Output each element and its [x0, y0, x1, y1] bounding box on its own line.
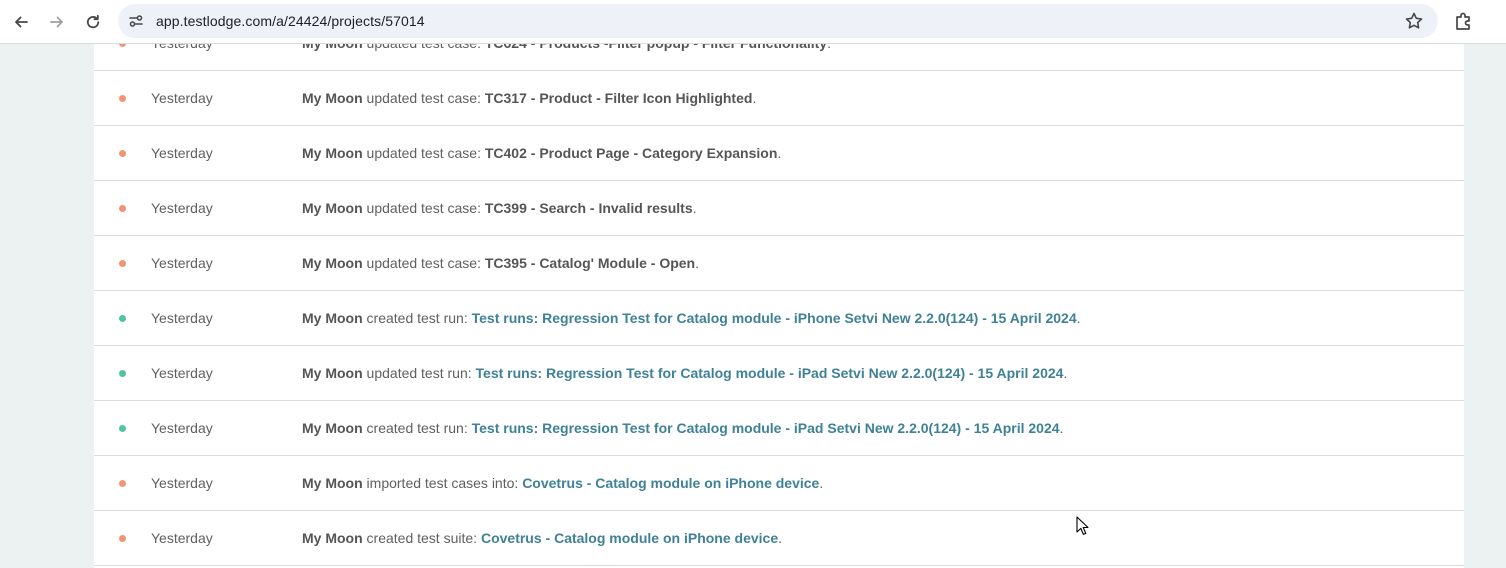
activity-time: Yesterday [151, 255, 213, 271]
activity-user: My Moon [302, 200, 363, 216]
activity-period: . [752, 90, 757, 106]
activity-target: TC402 - Product Page - Category Expansio… [484, 145, 778, 161]
activity-action: updated test run: [362, 365, 476, 381]
activity-user: My Moon [302, 530, 363, 546]
activity-row: Yesterday My Moon imported test cases int… [94, 456, 1464, 511]
forward-arrow-icon[interactable] [43, 8, 71, 36]
activity-user: My Moon [302, 310, 363, 326]
activity-target: TC317 - Product - Filter Icon Highlighte… [484, 90, 753, 106]
reload-icon[interactable] [79, 8, 107, 36]
activity-action: created test suite: [362, 530, 481, 546]
activity-action: created test run: [362, 420, 472, 436]
activity-user: My Moon [302, 365, 363, 381]
activity-user: My Moon [302, 90, 363, 106]
activity-list: Yesterday My Moon updated test case: TC62… [94, 44, 1464, 568]
activity-period: . [1063, 365, 1068, 381]
test-case-status-dot [119, 260, 126, 267]
activity-action: created test run: [362, 310, 472, 326]
activity-user: My Moon [302, 145, 363, 161]
activity-user: My Moon [302, 44, 363, 51]
activity-action: updated test case: [362, 255, 485, 271]
site-info-icon[interactable] [126, 11, 146, 31]
activity-description: My Moon updated test case: TC317 - Produ… [302, 71, 756, 126]
activity-row: Yesterday My Moon created test suite: Cov… [94, 511, 1464, 566]
activity-time: Yesterday [151, 44, 213, 71]
activity-row: Yesterday My Moon updated test case: TC40… [94, 126, 1464, 181]
activity-user: My Moon [302, 420, 363, 436]
test-case-status-dot [119, 535, 126, 542]
activity-user: My Moon [302, 475, 363, 491]
activity-time: Yesterday [151, 530, 213, 546]
activity-time: Yesterday [151, 365, 213, 381]
activity-period: . [1059, 420, 1064, 436]
address-bar[interactable]: app.testlodge.com/a/24424/projects/57014 [118, 4, 1438, 38]
activity-target-link[interactable]: Test runs: Regression Test for Catalog m… [472, 420, 1060, 436]
activity-target: TC624 - Products -Filter popup - Filter … [485, 44, 827, 51]
activity-period: . [778, 530, 783, 546]
test-case-status-dot [119, 95, 126, 102]
activity-period: . [777, 145, 782, 161]
activity-description: My Moon updated test case: TC402 - Produ… [302, 126, 781, 181]
activity-time: Yesterday [151, 475, 213, 491]
activity-action: imported test cases into: [362, 475, 523, 491]
extensions-puzzle-icon[interactable] [1452, 10, 1476, 34]
activity-row: Yesterday My Moon updated test run: Test … [94, 346, 1464, 401]
activity-period: . [695, 255, 699, 271]
activity-time: Yesterday [151, 145, 213, 161]
test-run-status-dot [119, 315, 126, 322]
activity-time: Yesterday [151, 420, 213, 436]
activity-time: Yesterday [151, 310, 213, 326]
mouse-cursor-icon [1076, 516, 1089, 535]
activity-action: updated test case: [362, 90, 485, 106]
test-run-status-dot [119, 370, 126, 377]
activity-row: Yesterday My Moon created test run: Test … [94, 401, 1464, 456]
activity-description: My Moon updated test case: TC399 - Searc… [302, 181, 697, 236]
test-case-status-dot [119, 480, 126, 487]
activity-user: My Moon [302, 255, 363, 271]
activity-row: Yesterday My Moon updated test case: TC31… [94, 71, 1464, 126]
activity-row: Yesterday My Moon created test run: Test … [94, 291, 1464, 346]
activity-action: updated test case: [362, 145, 485, 161]
activity-time: Yesterday [151, 90, 213, 106]
test-run-status-dot [119, 425, 126, 432]
activity-target-link[interactable]: Covetrus - Catalog module on iPhone devi… [481, 530, 778, 546]
activity-description: My Moon created test run: Test runs: Reg… [302, 401, 1063, 456]
activity-row: Yesterday My Moon updated test case: TC62… [94, 44, 1464, 71]
activity-period: . [692, 200, 697, 216]
bookmark-star-icon[interactable] [1404, 11, 1424, 31]
activity-period: . [819, 475, 824, 491]
url-text[interactable]: app.testlodge.com/a/24424/projects/57014 [156, 4, 425, 38]
activity-description: My Moon updated test case: TC624 - Produ… [302, 44, 831, 71]
activity-action: updated test case: [363, 44, 485, 51]
test-case-status-dot [119, 150, 126, 157]
activity-row: Yesterday My Moon updated test case: TC39… [94, 236, 1464, 291]
activity-description: My Moon imported test cases into: Covetr… [302, 456, 823, 511]
activity-period: . [1076, 310, 1081, 326]
activity-description: My Moon created test run: Test runs: Reg… [302, 291, 1081, 346]
test-case-status-dot [119, 44, 126, 47]
activity-description: My Moon updated test case: TC395 - Catal… [302, 236, 699, 291]
browser-toolbar: app.testlodge.com/a/24424/projects/57014 [0, 0, 1506, 44]
activity-target: TC399 - Search - Invalid results [484, 200, 693, 216]
activity-row: Yesterday My Moon updated test case: TC39… [94, 181, 1464, 236]
activity-period: . [827, 44, 831, 51]
back-arrow-icon[interactable] [7, 8, 35, 36]
activity-time: Yesterday [151, 200, 213, 216]
activity-target-link[interactable]: Covetrus - Catalog module on iPhone devi… [522, 475, 819, 491]
activity-target-link[interactable]: Test runs: Regression Test for Catalog m… [476, 365, 1064, 381]
activity-target-link[interactable]: Test runs: Regression Test for Catalog m… [472, 310, 1077, 326]
activity-description: My Moon updated test run: Test runs: Reg… [302, 346, 1067, 401]
activity-description: My Moon created test suite: Covetrus - C… [302, 511, 782, 566]
activity-action: updated test case: [362, 200, 485, 216]
test-case-status-dot [119, 205, 126, 212]
activity-target: TC395 - Catalog' Module - Open [484, 255, 696, 271]
